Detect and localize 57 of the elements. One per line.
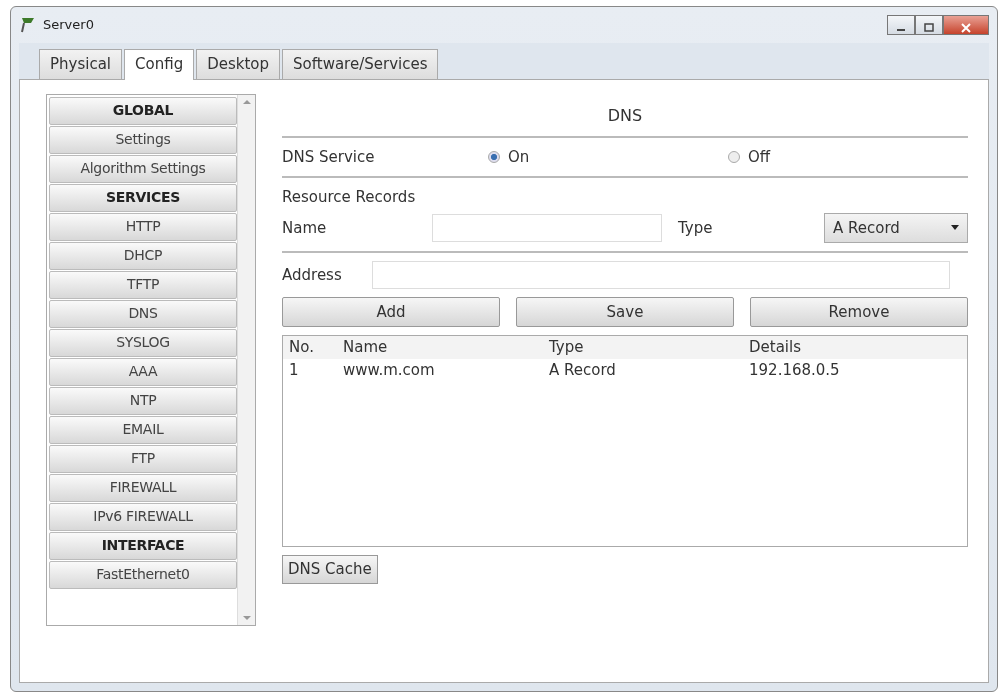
sidebar-item[interactable]: Algorithm Settings (49, 154, 237, 183)
radio-label: On (508, 146, 530, 168)
tab[interactable]: Config (124, 49, 195, 80)
field-label: DNS Service (282, 146, 376, 168)
field-label: Address (282, 264, 343, 286)
sidebar-item[interactable]: TFTP (49, 270, 237, 299)
radio-button[interactable] (728, 150, 740, 163)
radio-button[interactable] (488, 150, 500, 163)
tab[interactable]: Physical (39, 49, 123, 79)
table-cell-text: 192.168.0.5 (749, 359, 840, 381)
type-dropdown[interactable]: A Record (824, 212, 968, 243)
column-header: Details (749, 337, 801, 358)
sidebar-item[interactable]: FastEthernet0 (49, 560, 237, 589)
sidebar-item[interactable]: IPv6 FIREWALL (49, 502, 237, 531)
window-title: Server0 (43, 16, 94, 35)
sidebar-item[interactable]: DNS (49, 299, 237, 328)
maximize-icon (923, 22, 935, 33)
table-cell-text: www.m.com (343, 359, 436, 381)
radio-label: Off (748, 146, 771, 168)
sidebar-item[interactable]: NTP (49, 386, 237, 415)
column-header: Name (343, 337, 389, 358)
sidebar-item[interactable]: HTTP (49, 212, 237, 241)
name-field[interactable] (432, 213, 662, 242)
minimize-button[interactable] (887, 15, 915, 35)
table-cell-text: A Record (549, 359, 617, 381)
maximize-button[interactable] (915, 15, 943, 35)
caret-icon (951, 225, 959, 231)
sidebar-header[interactable]: GLOBAL (49, 96, 237, 125)
tab[interactable]: Software/Services (282, 49, 439, 79)
action-button[interactable]: Add (282, 297, 500, 327)
sidebar-item[interactable]: SYSLOG (49, 328, 237, 357)
column-header: Type (549, 337, 585, 358)
field-label: Name (282, 217, 328, 239)
sidebar-item[interactable]: Settings (49, 125, 237, 154)
panel-title: DNS (282, 93, 968, 138)
field-label: Type (678, 217, 713, 239)
action-button[interactable]: Remove (750, 297, 968, 327)
table-cell-text: 1 (288, 359, 300, 381)
tab[interactable]: Desktop (196, 49, 281, 79)
sidebar-item[interactable]: AAA (49, 357, 237, 386)
scroll-down-arrow-icon[interactable] (242, 615, 251, 621)
sidebar-item[interactable]: DHCP (49, 241, 237, 270)
sidebar-item[interactable]: EMAIL (49, 415, 237, 444)
address-field[interactable] (372, 261, 950, 289)
column-header: No. (288, 337, 315, 358)
section-label: Resource Records (282, 188, 416, 206)
scroll-up-arrow-icon[interactable] (242, 98, 251, 104)
scrollbar[interactable] (237, 94, 255, 625)
sidebar-header[interactable]: SERVICES (49, 183, 237, 212)
server-icon (19, 16, 37, 34)
close-icon (960, 22, 972, 33)
dns-cache-button[interactable]: DNS Cache (282, 555, 378, 584)
sidebar-header[interactable]: INTERFACE (49, 531, 237, 560)
close-button[interactable] (943, 15, 989, 35)
action-button[interactable]: Save (516, 297, 734, 327)
sidebar-item[interactable]: FIREWALL (49, 473, 237, 502)
sidebar-item[interactable]: FTP (49, 444, 237, 473)
